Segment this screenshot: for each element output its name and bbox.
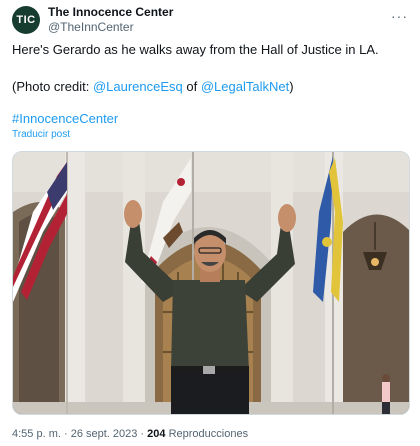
avatar[interactable]: TIC — [12, 6, 40, 34]
credit-prefix: (Photo credit: — [12, 79, 93, 94]
tweet-time[interactable]: 4:55 p. m. — [12, 428, 61, 440]
tweet-meta: 4:55 p. m. · 26 sept. 2023 · 204 Reprodu… — [12, 428, 248, 440]
credit-suffix: ) — [289, 79, 294, 94]
handle[interactable]: @TheInnCenter — [48, 20, 173, 35]
display-name[interactable]: The Innocence Center — [48, 5, 173, 20]
translate-post-link[interactable]: Traducir post — [12, 129, 70, 140]
hashtag-innocencecenter[interactable]: #InnocenceCenter — [12, 111, 118, 126]
mention-legaltalknet[interactable]: @LegalTalkNet — [201, 79, 289, 94]
credit-mid: of — [182, 79, 201, 94]
meta-separator: · — [137, 428, 148, 440]
views-label: Reproducciones — [165, 428, 249, 440]
pedestrian — [382, 374, 390, 414]
mention-laurenceesq[interactable]: @LaurenceEsq — [93, 79, 183, 94]
tweet-date[interactable]: 26 sept. 2023 — [71, 428, 138, 440]
meta-separator: · — [60, 428, 71, 440]
tweet-text-line1: Here's Gerardo as he walks away from the… — [12, 42, 379, 57]
hashtag-line: #InnocenceCenter — [12, 111, 118, 126]
tweet-credit-line: (Photo credit: @LaurenceEsq of @LegalTal… — [12, 79, 294, 94]
photo-scene — [13, 152, 409, 414]
tweet-photo[interactable] — [12, 151, 410, 415]
views-count: 204 — [147, 428, 166, 440]
more-options-icon[interactable]: ··· — [391, 8, 408, 24]
